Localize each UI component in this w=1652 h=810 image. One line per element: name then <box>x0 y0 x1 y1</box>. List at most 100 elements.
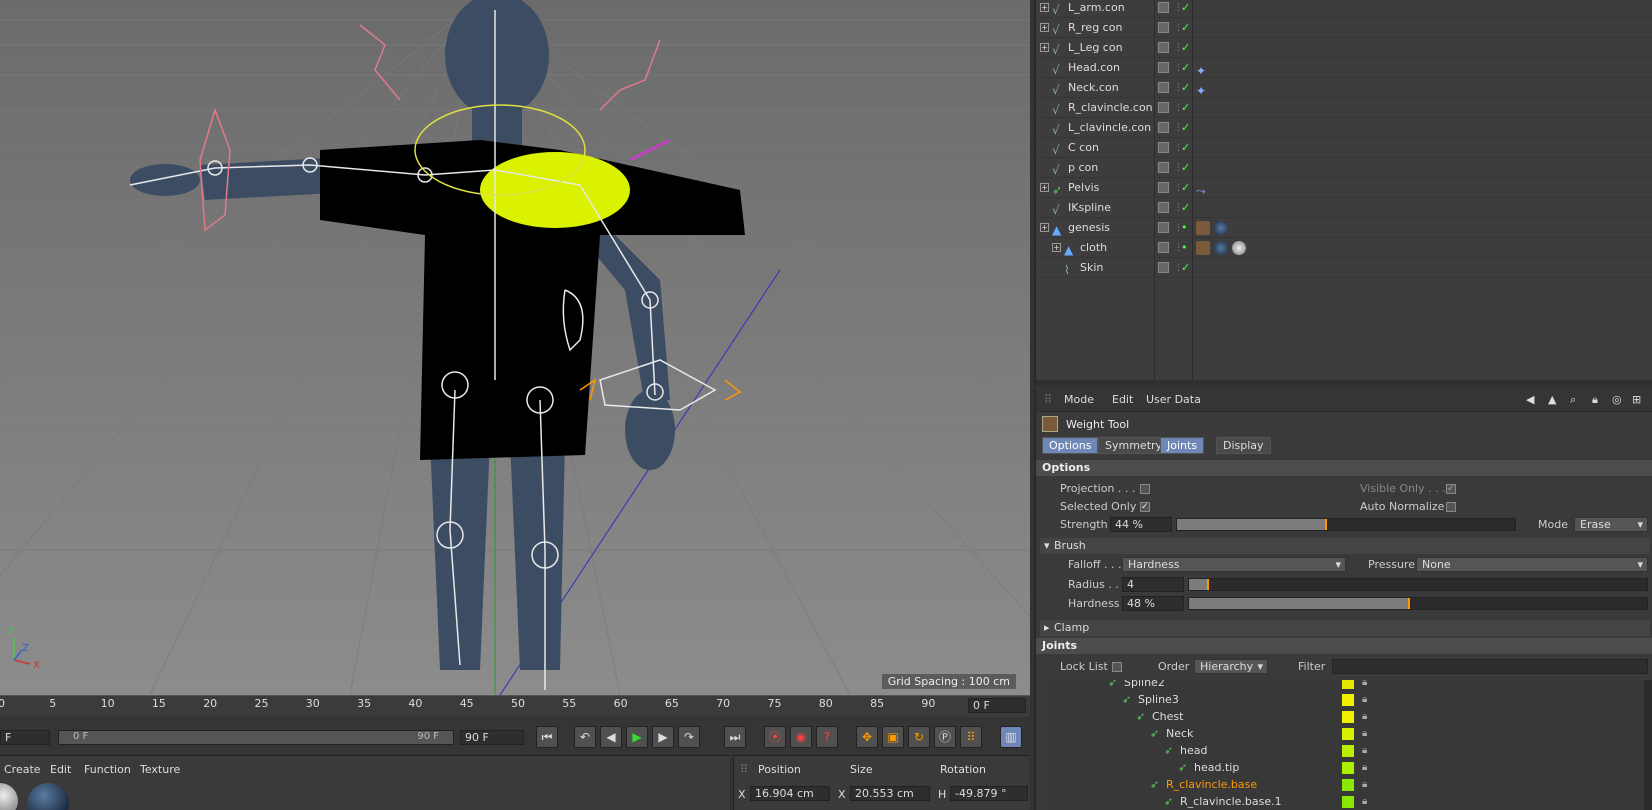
hardness-slider[interactable] <box>1188 597 1648 610</box>
material-swatch[interactable] <box>27 783 69 810</box>
weight-tag-icon[interactable] <box>1196 241 1210 255</box>
layer-visibility-icon[interactable] <box>1158 102 1169 113</box>
enabled-check-icon[interactable]: • <box>1181 218 1188 238</box>
joint-name[interactable]: R_clavincle.base <box>1166 776 1257 794</box>
attribute-manager[interactable]: ⠿ Mode Edit User Data ◀ ▲ ⌕ 🔒︎ ◎ ⊞ Weigh… <box>1034 388 1652 810</box>
mode-dropdown[interactable]: Erase <box>1574 517 1648 532</box>
new-panel-icon[interactable]: ⊞ <box>1632 393 1641 406</box>
brush-section-header[interactable]: ▾ Brush <box>1040 538 1650 554</box>
up-arrow-icon[interactable]: ▲ <box>1548 393 1556 406</box>
layer-visibility-icon[interactable] <box>1158 222 1169 233</box>
constraint-tag-icon[interactable]: ✦ <box>1196 61 1210 78</box>
pos-x-field[interactable]: 16.904 cm <box>750 786 830 801</box>
enabled-check-icon[interactable]: ✓ <box>1181 258 1190 278</box>
joint-name[interactable]: head <box>1180 742 1207 760</box>
object-name[interactable]: Pelvis <box>1068 178 1099 198</box>
parameter-key-icon[interactable]: Ⓟ <box>934 726 956 748</box>
tab-symmetry[interactable]: Symmetry <box>1098 437 1170 454</box>
strength-field[interactable]: 44 % <box>1110 517 1172 532</box>
joint-lock-icon[interactable]: 🔒︎ <box>1362 759 1367 777</box>
expand-toggle-icon[interactable]: + <box>1040 3 1049 12</box>
object-row[interactable]: ⌇ Skin ⋮ ✓ <box>1036 258 1652 278</box>
enabled-check-icon[interactable]: ✓ <box>1181 178 1190 198</box>
joint-row[interactable]: ➶ Chest 🔒︎ <box>1046 708 1644 726</box>
strength-slider-knob[interactable] <box>1324 519 1327 530</box>
object-name[interactable]: Head.con <box>1068 58 1120 78</box>
go-to-start-icon[interactable]: ⏮ <box>536 726 558 748</box>
object-row[interactable]: + √ R_reg con ⋮ ✓ <box>1036 18 1652 38</box>
scale-key-icon[interactable]: ▣ <box>882 726 904 748</box>
object-name[interactable]: IKspline <box>1068 198 1111 218</box>
enabled-check-icon[interactable]: ✓ <box>1181 78 1190 98</box>
tab-display[interactable]: Display <box>1216 437 1271 454</box>
settings-icon[interactable]: ◎ <box>1612 393 1622 406</box>
object-name[interactable]: Skin <box>1080 258 1103 278</box>
joint-row[interactable]: ➶ R_clavincle.base.1 🔒︎ <box>1046 793 1644 810</box>
material-tag-icon[interactable] <box>1232 241 1246 255</box>
joint-row[interactable]: ➶ head 🔒︎ <box>1046 742 1644 760</box>
tab-options[interactable]: Options <box>1042 437 1099 454</box>
auto-normalize-checkbox[interactable] <box>1446 502 1456 512</box>
menu-texture[interactable]: Texture <box>140 763 180 776</box>
size-x-field[interactable]: 20.553 cm <box>850 786 930 801</box>
object-row[interactable]: + ➶ Pelvis ⋮ ✓ ⤳ <box>1036 178 1652 198</box>
object-manager[interactable]: + √ L_arm.con ⋮ ✓ + √ R_reg con ⋮ ✓ + √ L_Leg con ⋮ ✓ √… <box>1034 0 1652 386</box>
enabled-check-icon[interactable]: ✓ <box>1181 98 1190 118</box>
hardness-slider-knob[interactable] <box>1407 598 1410 609</box>
joint-lock-icon[interactable]: 🔒︎ <box>1362 708 1367 726</box>
search-icon[interactable]: ⌕ <box>1570 393 1576 407</box>
expand-toggle-icon[interactable]: + <box>1040 183 1049 192</box>
current-frame-field[interactable]: 0 F <box>968 698 1026 713</box>
enabled-check-icon[interactable]: ✓ <box>1181 38 1190 58</box>
joint-name[interactable]: Spline3 <box>1138 691 1179 709</box>
range-slider[interactable]: 0 F 90 F <box>58 730 454 745</box>
layer-visibility-icon[interactable] <box>1158 162 1169 173</box>
next-frame-icon[interactable]: ▶ <box>652 726 674 748</box>
go-to-end-icon[interactable]: ⏭ <box>724 726 746 748</box>
filter-input[interactable] <box>1332 659 1648 674</box>
layer-visibility-icon[interactable] <box>1158 22 1169 33</box>
previous-key-icon[interactable]: ↶ <box>574 726 596 748</box>
record-icon[interactable]: ⦿ <box>764 726 786 748</box>
object-name[interactable]: cloth <box>1080 238 1107 258</box>
object-row[interactable]: √ C con ⋮ ✓ <box>1036 138 1652 158</box>
end-frame-field[interactable]: 90 F <box>460 730 524 745</box>
enabled-check-icon[interactable]: ✓ <box>1181 58 1190 78</box>
object-name[interactable]: L_clavincle.con <box>1068 118 1151 138</box>
strength-slider[interactable] <box>1176 518 1516 531</box>
menu-function[interactable]: Function <box>84 763 131 776</box>
joint-lock-icon[interactable]: 🔒︎ <box>1362 776 1367 794</box>
radius-slider-knob[interactable] <box>1207 579 1210 590</box>
timeline-window-icon[interactable]: ▥ <box>1000 726 1022 748</box>
object-name[interactable]: L_arm.con <box>1068 0 1125 18</box>
enabled-check-icon[interactable]: ✓ <box>1181 0 1190 18</box>
lock-icon[interactable]: 🔒︎ <box>1592 393 1598 407</box>
material-manager[interactable]: Create Edit Function Texture <box>0 755 730 810</box>
projection-checkbox[interactable] <box>1140 484 1150 494</box>
object-row[interactable]: √ Neck.con ⋮ ✓ ✦ <box>1036 78 1652 98</box>
enabled-check-icon[interactable]: ✓ <box>1181 138 1190 158</box>
clamp-section-header[interactable]: ▸ Clamp <box>1040 620 1650 636</box>
enabled-check-icon[interactable]: ✓ <box>1181 118 1190 138</box>
object-name[interactable]: genesis <box>1068 218 1110 238</box>
material-swatch[interactable] <box>0 783 18 810</box>
lock-list-checkbox[interactable] <box>1112 662 1122 672</box>
joint-list-scrollbar[interactable] <box>1644 680 1652 810</box>
joint-row[interactable]: ➶ R_clavincle.base 🔒︎ <box>1046 776 1644 794</box>
menu-edit[interactable]: Edit <box>1112 393 1133 406</box>
joint-lock-icon[interactable]: 🔒︎ <box>1362 793 1367 810</box>
position-key-icon[interactable]: ✥ <box>856 726 878 748</box>
hardness-field[interactable]: 48 % <box>1122 596 1184 611</box>
enabled-check-icon[interactable]: ✓ <box>1181 18 1190 38</box>
object-name[interactable]: R_clavincle.con <box>1068 98 1153 118</box>
object-row[interactable]: √ R_clavincle.con ⋮ ✓ <box>1036 98 1652 118</box>
object-name[interactable]: R_reg con <box>1068 18 1122 38</box>
play-icon[interactable]: ▶ <box>626 726 648 748</box>
joint-lock-icon[interactable]: 🔒︎ <box>1362 725 1367 743</box>
layer-visibility-icon[interactable] <box>1158 142 1169 153</box>
back-arrow-icon[interactable]: ◀ <box>1526 393 1534 406</box>
expand-toggle-icon[interactable]: + <box>1040 223 1049 232</box>
object-row[interactable]: √ p con ⋮ ✓ <box>1036 158 1652 178</box>
object-row[interactable]: + √ L_Leg con ⋮ ✓ <box>1036 38 1652 58</box>
menu-user-data[interactable]: User Data <box>1146 393 1201 406</box>
